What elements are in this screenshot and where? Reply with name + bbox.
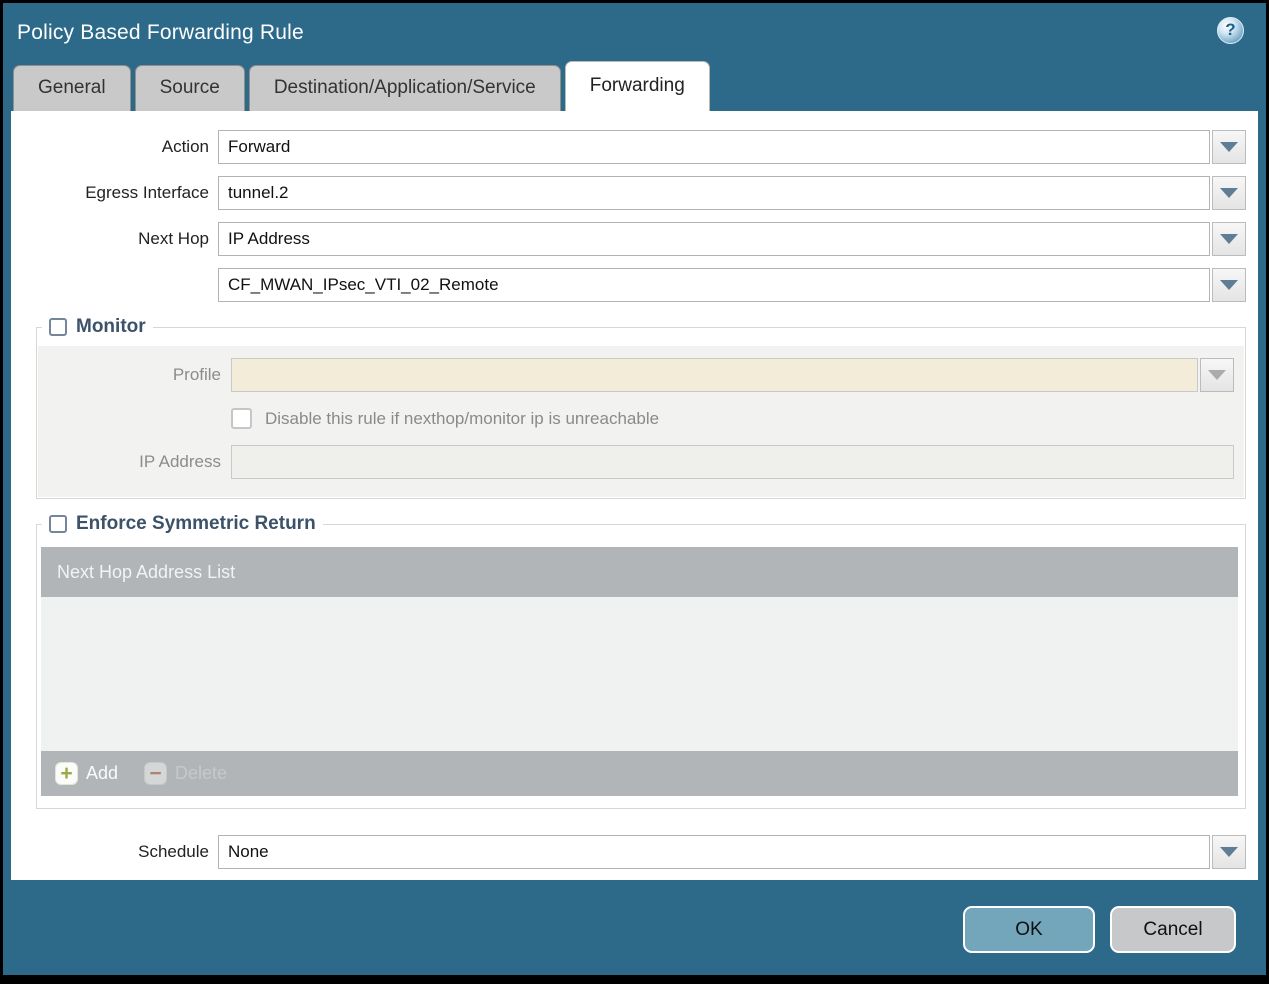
- chevron-down-icon: [1220, 142, 1238, 152]
- enforce-symmetric-return-legend: Enforce Symmetric Return: [42, 513, 323, 535]
- schedule-label: Schedule: [138, 842, 209, 861]
- next-hop-row: Next Hop IP Address: [11, 222, 1258, 256]
- enforce-symmetric-return-legend-label: Enforce Symmetric Return: [76, 513, 316, 534]
- egress-interface-dropdown-button[interactable]: [1212, 176, 1246, 210]
- cancel-button[interactable]: Cancel: [1110, 906, 1236, 953]
- monitor-body: Profile Disable this rule if nexthop/mon…: [38, 346, 1244, 497]
- delete-button: − Delete: [144, 762, 227, 785]
- dialog-title: Policy Based Forwarding Rule: [17, 21, 304, 44]
- disable-rule-label: Disable this rule if nexthop/monitor ip …: [265, 408, 660, 428]
- enforce-symmetric-return-checkbox[interactable]: [49, 515, 67, 533]
- next-hop-address-list-table: Next Hop Address List + Add − Delete: [41, 547, 1238, 796]
- monitor-ip-address-label: IP Address: [139, 452, 221, 471]
- next-hop-address-row: CF_MWAN_IPsec_VTI_02_Remote: [11, 268, 1258, 302]
- tab-destination-application-service[interactable]: Destination/Application/Service: [248, 65, 561, 111]
- next-hop-address-dropdown-button[interactable]: [1212, 268, 1246, 302]
- schedule-row: Schedule None: [11, 835, 1258, 869]
- next-hop-type-select[interactable]: IP Address: [218, 222, 1210, 256]
- tab-forwarding[interactable]: Forwarding: [564, 61, 710, 111]
- monitor-legend: Monitor: [42, 316, 153, 338]
- minus-icon: −: [144, 762, 168, 785]
- forwarding-tab-panel: Action Forward Egress Interface tunnel.2…: [11, 111, 1258, 880]
- dialog-footer: OK Cancel: [11, 880, 1258, 975]
- profile-row: Profile: [38, 358, 1234, 392]
- enforce-symmetric-return-section: Enforce Symmetric Return Next Hop Addres…: [36, 513, 1246, 809]
- egress-interface-row: Egress Interface tunnel.2: [11, 176, 1258, 210]
- next-hop-address-list-footer: + Add − Delete: [41, 751, 1238, 796]
- profile-dropdown-button: [1200, 358, 1234, 392]
- schedule-dropdown-button[interactable]: [1212, 835, 1246, 869]
- chevron-down-icon: [1220, 234, 1238, 244]
- dialog-window: Policy Based Forwarding Rule ? General S…: [0, 0, 1269, 984]
- help-icon[interactable]: ?: [1217, 16, 1244, 44]
- tab-bar: General Source Destination/Application/S…: [11, 61, 1258, 111]
- monitor-checkbox[interactable]: [49, 318, 67, 336]
- schedule-select[interactable]: None: [218, 835, 1210, 869]
- egress-interface-label: Egress Interface: [85, 183, 209, 202]
- ok-button[interactable]: OK: [963, 906, 1095, 953]
- plus-icon: +: [55, 762, 78, 785]
- action-dropdown-button[interactable]: [1212, 130, 1246, 164]
- action-row: Action Forward: [11, 130, 1258, 164]
- next-hop-address-select[interactable]: CF_MWAN_IPsec_VTI_02_Remote: [218, 268, 1210, 302]
- egress-interface-select[interactable]: tunnel.2: [218, 176, 1210, 210]
- chevron-down-icon: [1220, 280, 1238, 290]
- monitor-section: Monitor Profile Disable this rule if nex…: [36, 316, 1246, 499]
- monitor-ip-address-row: IP Address: [38, 445, 1234, 479]
- chevron-down-icon: [1220, 188, 1238, 198]
- policy-based-forwarding-dialog: Policy Based Forwarding Rule ? General S…: [3, 3, 1266, 975]
- profile-select: [231, 358, 1198, 392]
- monitor-ip-address-input: [231, 445, 1234, 479]
- chevron-down-icon: [1208, 370, 1226, 380]
- add-button[interactable]: + Add: [55, 762, 118, 785]
- delete-button-label: Delete: [175, 763, 228, 783]
- tab-source[interactable]: Source: [134, 65, 245, 111]
- next-hop-label: Next Hop: [138, 229, 209, 248]
- next-hop-type-dropdown-button[interactable]: [1212, 222, 1246, 256]
- titlebar: Policy Based Forwarding Rule ?: [11, 3, 1258, 63]
- add-button-label: Add: [86, 763, 119, 783]
- action-select[interactable]: Forward: [218, 130, 1210, 164]
- disable-rule-checkbox: [231, 408, 252, 429]
- next-hop-address-list-header: Next Hop Address List: [41, 547, 1238, 597]
- disable-rule-row: Disable this rule if nexthop/monitor ip …: [231, 408, 1234, 429]
- action-label: Action: [161, 137, 209, 156]
- next-hop-address-list-body[interactable]: [41, 597, 1238, 751]
- monitor-legend-label: Monitor: [76, 316, 146, 337]
- profile-label: Profile: [172, 365, 221, 384]
- tab-general[interactable]: General: [13, 65, 131, 111]
- chevron-down-icon: [1220, 847, 1238, 857]
